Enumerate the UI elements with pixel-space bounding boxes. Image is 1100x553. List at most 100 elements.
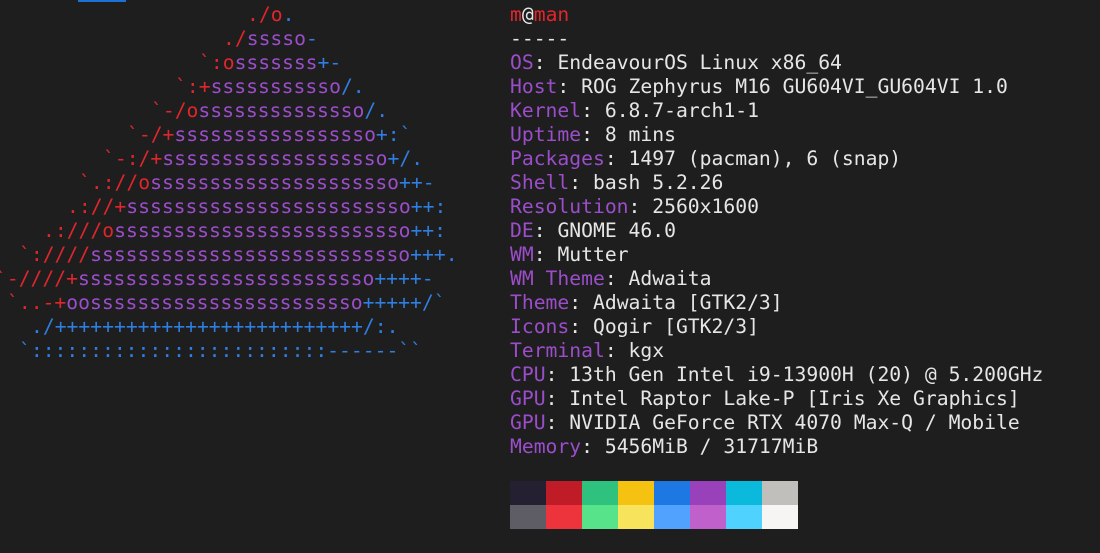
info-value: bash 5.2.26	[592, 171, 724, 194]
info-row: Resolution: 2560x1600	[510, 195, 1043, 219]
system-info-panel: m@man ----- OS: EndeavourOS Linux x86_64…	[510, 3, 1043, 459]
hostname: man	[533, 3, 570, 26]
info-value: 5456MiB / 31717MiB	[604, 435, 819, 458]
palette-swatch	[546, 505, 582, 529]
info-row: GPU: Intel Raptor Lake-P [Iris Xe Graphi…	[510, 387, 1043, 411]
logo-segment: ./o	[247, 3, 283, 26]
info-row: Shell: bash 5.2.26	[510, 171, 1043, 195]
info-value: 6.8.7-arch1-1	[604, 99, 759, 122]
logo-segment: +:`	[375, 123, 412, 146]
logo-line: `:////sssssssssssssssssssssssssso+++.	[19, 243, 458, 267]
logo-segment: sssso	[246, 27, 306, 50]
info-separator: :	[581, 99, 605, 122]
info-separator: :	[545, 387, 570, 410]
logo-segment: ++++-	[374, 267, 434, 290]
palette-swatch	[582, 481, 618, 505]
palette-swatch	[510, 481, 546, 505]
palette-swatch	[654, 481, 690, 505]
header-underline: -----	[510, 27, 570, 50]
palette-swatch	[690, 481, 726, 505]
info-separator: :	[581, 435, 605, 458]
logo-segment: `:////	[19, 243, 91, 266]
logo-segment: sssssssssssssssssso	[162, 147, 388, 170]
info-separator: :	[604, 267, 629, 290]
info-key: WM Theme	[510, 267, 605, 290]
logo-segment: ssssssssssssso	[198, 99, 365, 122]
logo-segment: `-:/+	[103, 147, 163, 170]
info-row: DE: GNOME 46.0	[510, 219, 1043, 243]
user-host-line: m@man	[510, 3, 1043, 27]
logo-segment: ++:	[410, 195, 447, 218]
info-key: Shell	[510, 171, 570, 194]
info-key: GPU	[510, 387, 546, 410]
info-row: Terminal: kgx	[510, 339, 1043, 363]
palette-normal-row	[510, 481, 798, 505]
palette-swatch	[654, 505, 690, 529]
info-value: Qogir [GTK2/3]	[592, 315, 759, 338]
info-separator: :	[557, 75, 582, 98]
info-row: Uptime: 8 mins	[510, 123, 1043, 147]
logo-segment: -	[305, 27, 318, 50]
palette-swatch	[510, 505, 546, 529]
info-row: OS: EndeavourOS Linux x86_64	[510, 51, 1043, 75]
logo-segment: `.://o	[79, 171, 151, 194]
logo-line: ./++++++++++++++++++++++++++/:.	[31, 315, 398, 339]
logo-segment: sssssssssso	[210, 75, 341, 98]
info-key: Host	[510, 75, 558, 98]
logo-segment: ssssssssssssssssssssssso	[126, 195, 411, 218]
logo-segment: `:o	[199, 51, 235, 74]
logo-segment: /.	[364, 99, 389, 122]
info-row: Icons: Qogir [GTK2/3]	[510, 315, 1043, 339]
info-separator: :	[533, 243, 558, 266]
top-accent-line	[78, 0, 126, 2]
info-value: Adwaita	[628, 267, 712, 290]
logo-segment: sssssssssssssssso	[174, 123, 376, 146]
info-key: Kernel	[510, 99, 582, 122]
info-separator: :	[533, 219, 558, 242]
logo-line: `.://osssssssssssssssssssso++-	[79, 171, 435, 195]
info-value: Mutter	[557, 243, 629, 266]
info-value: ROG Zephyrus M16 GU604VI_GU604VI 1.0	[581, 75, 1008, 98]
logo-segment: sssssss	[234, 51, 318, 74]
palette-swatch	[618, 481, 654, 505]
info-separator: :	[545, 363, 570, 386]
info-value: 1497 (pacman), 6 (snap)	[628, 147, 902, 170]
logo-line: `-/+sssssssssssssssso+:`	[127, 123, 411, 147]
palette-swatch	[762, 505, 798, 529]
at-sign: @	[521, 3, 534, 26]
palette-swatch	[546, 481, 582, 505]
logo-line: ./sssso-	[223, 27, 318, 51]
logo-segment: sssssssssssssssssssssssssso	[90, 243, 411, 266]
info-separator: :	[628, 195, 653, 218]
info-separator: :	[581, 123, 605, 146]
logo-line: `-:/+sssssssssssssssssso+/.	[103, 147, 423, 171]
info-key: Memory	[510, 435, 582, 458]
info-rows: OS: EndeavourOS Linux x86_64 Host: ROG Ze…	[510, 51, 1043, 459]
info-row: Kernel: 6.8.7-arch1-1	[510, 99, 1043, 123]
logo-line: .:///osssssssssssssssssssssssso++:	[43, 219, 446, 243]
info-value: 8 mins	[604, 123, 676, 146]
logo-segment: `-/+	[127, 123, 175, 146]
info-row: Host: ROG Zephyrus M16 GU604VI_GU604VI 1…	[510, 75, 1043, 99]
info-row: CPU: 13th Gen Intel i9-13900H (20) @ 5.2…	[510, 363, 1043, 387]
logo-segment: sssssssssssssssssssssssso	[114, 219, 411, 242]
palette-swatch	[726, 481, 762, 505]
info-key: Icons	[510, 315, 570, 338]
info-value: NVIDIA GeForce RTX 4070 Max-Q / Mobile	[569, 411, 1020, 434]
info-separator: :	[533, 51, 558, 74]
logo-segment: ./	[223, 27, 247, 50]
logo-segment: `-/o	[151, 99, 199, 122]
logo-segment: `..-+	[7, 291, 67, 314]
palette-swatch	[582, 505, 618, 529]
info-key: WM	[510, 243, 534, 266]
logo-segment: ++-	[399, 171, 435, 194]
info-row: Packages: 1497 (pacman), 6 (snap)	[510, 147, 1043, 171]
palette-bright-row	[510, 505, 798, 529]
logo-line: `:osssssss+-	[199, 51, 341, 75]
logo-segment: .:///o	[43, 219, 115, 242]
logo-line: `..-+oosssssssssssssssssssssso+++++/`	[7, 291, 446, 315]
palette-swatch	[762, 481, 798, 505]
info-value: 2560x1600	[652, 195, 759, 218]
username: m	[510, 3, 522, 26]
info-row: Memory: 5456MiB / 31717MiB	[510, 435, 1043, 459]
